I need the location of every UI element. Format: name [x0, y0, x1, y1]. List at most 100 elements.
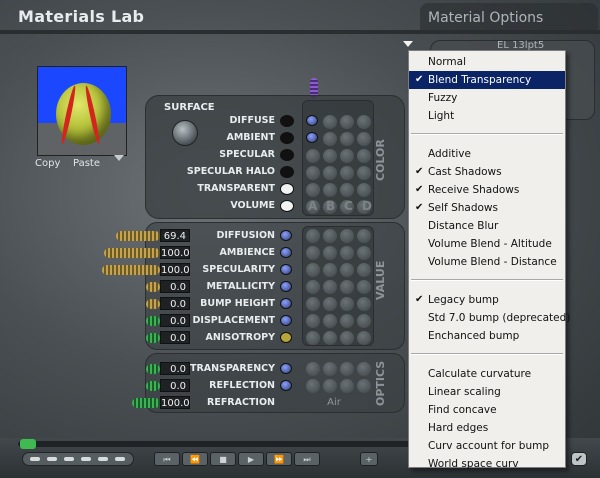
menu-item[interactable]: ✔ Cast Shadows — [409, 163, 565, 181]
color-swatch[interactable] — [280, 132, 294, 144]
channel-cell[interactable] — [306, 149, 320, 163]
color-swatch[interactable] — [280, 166, 294, 178]
channel-cell[interactable] — [340, 297, 354, 311]
menu-item[interactable]: Additive — [409, 145, 565, 163]
menu-item[interactable]: Fuzzy — [409, 89, 565, 107]
channel-cell[interactable] — [340, 362, 354, 376]
tab-value[interactable]: VALUE — [374, 250, 396, 310]
channel-cell[interactable] — [357, 331, 371, 345]
channel-cell[interactable] — [357, 166, 371, 180]
menu-item[interactable]: World space curv — [409, 455, 565, 473]
channel-cell[interactable] — [357, 115, 371, 129]
playback-button[interactable]: ⏪ — [182, 452, 208, 466]
channel-cell[interactable] — [306, 229, 320, 243]
channel-cell[interactable] — [323, 166, 337, 180]
menu-item[interactable]: ✔ Blend Transparency — [409, 71, 565, 89]
color-swatch[interactable] — [280, 115, 294, 127]
channel-cell[interactable] — [323, 280, 337, 294]
channel-cell[interactable] — [306, 331, 320, 345]
channel-cell[interactable] — [306, 297, 320, 311]
tab-optics[interactable]: OPTICS — [374, 358, 396, 408]
channel-cell[interactable] — [340, 229, 354, 243]
menu-item[interactable]: Distance Blur — [409, 217, 565, 235]
texture-slot-icon[interactable] — [280, 230, 292, 241]
channel-cell[interactable] — [340, 183, 354, 197]
channel-cell[interactable] — [340, 246, 354, 260]
channel-cell[interactable] — [323, 362, 337, 376]
channel-cell[interactable] — [323, 149, 337, 163]
menu-item[interactable]: Volume Blend - Distance — [409, 253, 565, 271]
key-slot[interactable] — [30, 457, 40, 461]
texture-slot-icon[interactable] — [306, 132, 318, 143]
channel-cell[interactable] — [357, 297, 371, 311]
menu-item[interactable]: Std 7.0 bump (deprecated) — [409, 309, 570, 327]
texture-slot-icon[interactable] — [280, 363, 292, 374]
channel-cell[interactable] — [357, 263, 371, 277]
channel-cell[interactable] — [306, 280, 320, 294]
key-slot[interactable] — [115, 457, 125, 461]
channel-cell[interactable] — [357, 132, 371, 146]
optics-slider-bar[interactable] — [132, 398, 160, 408]
channel-cell[interactable] — [357, 362, 371, 376]
color-swatch[interactable] — [280, 200, 294, 212]
channel-cell[interactable] — [306, 362, 320, 376]
channel-cell[interactable] — [340, 379, 354, 393]
optics-slider-bar[interactable] — [146, 381, 160, 391]
copy-button[interactable]: Copy — [35, 158, 60, 169]
channel-cell[interactable] — [340, 263, 354, 277]
value-slider-bar[interactable] — [146, 299, 160, 309]
channel-cell[interactable] — [323, 379, 337, 393]
menu-item[interactable]: Curv account for bump — [409, 437, 565, 455]
texture-slot-icon[interactable] — [280, 332, 292, 343]
tab-color[interactable]: COLOR — [374, 130, 396, 190]
menu-item[interactable]: Hard edges — [409, 419, 565, 437]
menu-item[interactable]: Volume Blend - Altitude — [409, 235, 565, 253]
key-slot[interactable] — [98, 457, 108, 461]
channel-cell[interactable] — [323, 183, 337, 197]
channel-cell[interactable] — [323, 229, 337, 243]
channel-cell[interactable] — [357, 183, 371, 197]
channel-cell[interactable] — [340, 280, 354, 294]
texture-slot-icon[interactable] — [280, 380, 292, 391]
channel-cell[interactable] — [306, 314, 320, 328]
timeline-knob[interactable] — [20, 439, 36, 449]
menu-item[interactable]: ✔ Self Shadows — [409, 199, 565, 217]
value-slider-bar[interactable] — [146, 282, 160, 292]
add-key-button[interactable]: + — [360, 452, 378, 466]
key-slot[interactable] — [81, 457, 91, 461]
color-swatch[interactable] — [280, 149, 294, 161]
channel-cell[interactable] — [340, 149, 354, 163]
value-slider-bar[interactable] — [146, 333, 160, 343]
playback-button[interactable]: ■ — [210, 452, 236, 466]
channel-cell[interactable] — [323, 246, 337, 260]
channel-cell[interactable] — [340, 166, 354, 180]
channel-cell[interactable] — [323, 115, 337, 129]
channel-cell[interactable] — [357, 280, 371, 294]
color-swatch[interactable] — [280, 183, 294, 195]
texture-slot-icon[interactable] — [280, 247, 292, 258]
key-slot[interactable] — [64, 457, 74, 461]
texture-slot-icon[interactable] — [280, 298, 292, 309]
channel-cell[interactable] — [306, 379, 320, 393]
channel-cell[interactable] — [357, 149, 371, 163]
value-slider-bar[interactable] — [104, 248, 160, 258]
channel-cell[interactable] — [323, 263, 337, 277]
channel-cell[interactable] — [357, 229, 371, 243]
menu-item[interactable]: Calculate curvature — [409, 365, 565, 383]
channel-cell[interactable] — [340, 314, 354, 328]
channel-cell[interactable] — [357, 379, 371, 393]
channel-cell[interactable] — [357, 246, 371, 260]
channel-cell[interactable] — [306, 246, 320, 260]
channel-cell[interactable] — [323, 132, 337, 146]
texture-slot-icon[interactable] — [280, 281, 292, 292]
playback-button[interactable]: ▶ — [238, 452, 264, 466]
optics-slider-bar[interactable] — [146, 364, 160, 374]
channel-cell[interactable] — [340, 331, 354, 345]
material-options-dropdown-icon[interactable] — [403, 41, 413, 47]
channel-cell[interactable] — [306, 166, 320, 180]
channel-cell[interactable] — [306, 183, 320, 197]
channel-cell[interactable] — [340, 132, 354, 146]
texture-slot-icon[interactable] — [280, 315, 292, 326]
channel-cell[interactable] — [357, 314, 371, 328]
paste-button[interactable]: Paste — [73, 158, 100, 169]
